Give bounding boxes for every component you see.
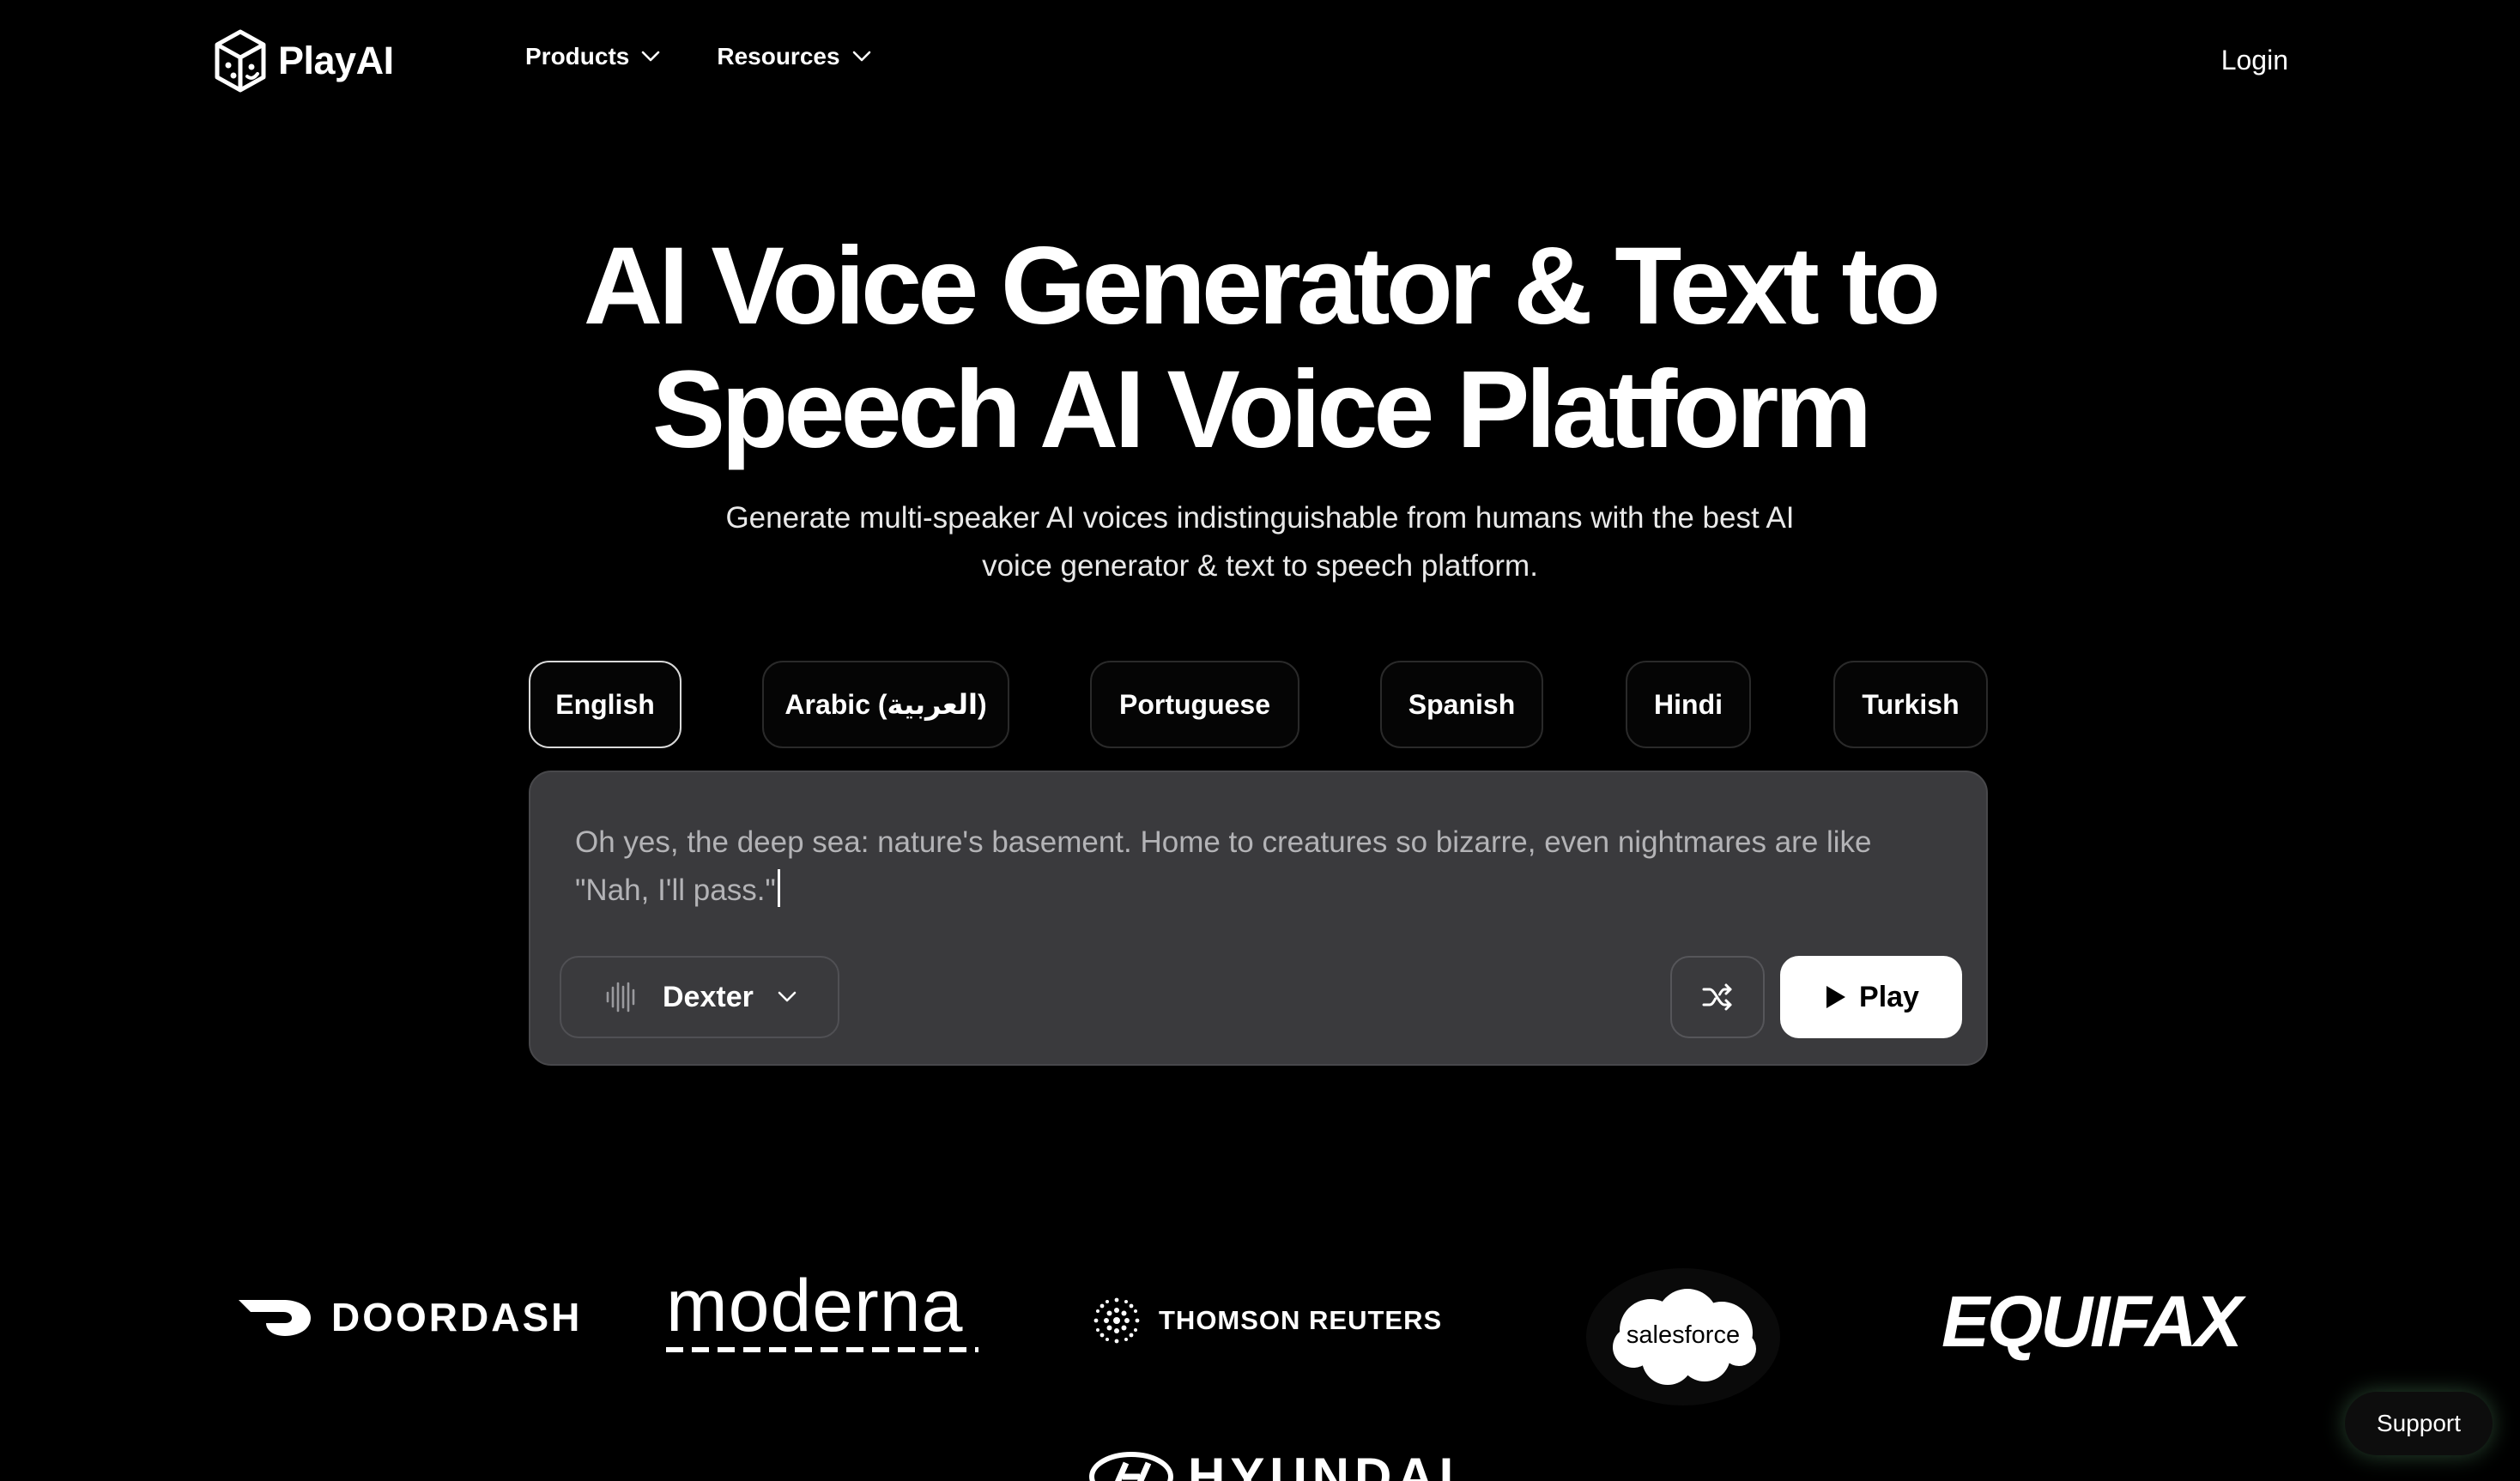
text-to-speech-card: Oh yes, the deep sea: nature's basement.… [529, 771, 1988, 1066]
moderna-logo: moderna [666, 1265, 978, 1352]
equifax-wordmark: EQUIFAX [1941, 1281, 2243, 1362]
salesforce-wordmark: salesforce [1626, 1321, 1741, 1349]
hyundai-logo: HYUNDAI [1088, 1447, 1458, 1481]
hyundai-emblem-icon [1089, 1451, 1173, 1481]
play-button[interactable]: Play [1780, 956, 1962, 1038]
tab-turkish[interactable]: Turkish [1833, 661, 1988, 748]
brand-logo[interactable]: PlayAI [213, 29, 394, 93]
shuffle-button[interactable] [1670, 956, 1765, 1038]
thomson-reuters-dots-icon [1093, 1297, 1140, 1344]
page-title-line-2: Speech AI Voice Platform [651, 348, 1872, 471]
tab-english[interactable]: English [529, 661, 681, 748]
customer-logos: DOORDASH moderna THOMSON REUTERS salesfo… [0, 1261, 2520, 1481]
equifax-logo: EQUIFAX [1941, 1280, 2243, 1363]
doordash-dash-icon [239, 1300, 311, 1336]
tab-arabic[interactable]: Arabic (العربية) [762, 661, 1009, 748]
page-title: AI Voice Generator & Text to Speech AI V… [0, 225, 2520, 472]
nav-links: Products Resources [525, 43, 871, 70]
page-subtitle: Generate multi-speaker AI voices indisti… [669, 494, 1851, 590]
moderna-wordmark: moderna [666, 1265, 964, 1347]
brand-name: PlayAI [278, 39, 394, 82]
voice-name: Dexter [663, 980, 754, 1013]
moderna-underline [666, 1347, 978, 1352]
speech-text-input[interactable]: Oh yes, the deep sea: nature's basement.… [575, 819, 1948, 915]
salesforce-logo: salesforce [1586, 1268, 1780, 1405]
nav-products[interactable]: Products [525, 43, 660, 70]
top-nav: PlayAI Products Resources Login [0, 0, 2520, 125]
text-caret [777, 869, 780, 907]
salesforce-cloud: salesforce [1606, 1285, 1760, 1388]
play-button-label: Play [1859, 980, 1919, 1013]
page-subtitle-line-2: voice generator & text to speech platfor… [982, 549, 1538, 583]
voice-selector[interactable]: Dexter [560, 956, 839, 1038]
nav-resources-label: Resources [717, 43, 840, 70]
tab-spanish[interactable]: Spanish [1380, 661, 1543, 748]
thomson-reuters-logo: THOMSON REUTERS [1092, 1296, 1442, 1345]
hyundai-wordmark: HYUNDAI [1188, 1448, 1459, 1481]
tab-hindi[interactable]: Hindi [1626, 661, 1751, 748]
thomson-reuters-wordmark: THOMSON REUTERS [1159, 1305, 1443, 1335]
page-title-line-1: AI Voice Generator & Text to [583, 225, 1941, 348]
shuffle-icon [1702, 983, 1732, 1011]
playai-logo-icon [215, 29, 266, 93]
page-subtitle-line-1: Generate multi-speaker AI voices indisti… [725, 501, 1795, 535]
speech-text-line-2: "Nah, I'll pass." [575, 873, 776, 907]
doordash-logo: DOORDASH [239, 1294, 582, 1340]
chevron-down-icon [642, 51, 660, 62]
nav-products-label: Products [525, 43, 630, 70]
login-link[interactable]: Login [2221, 45, 2288, 76]
nav-resources[interactable]: Resources [717, 43, 870, 70]
waveform-icon [606, 982, 635, 1013]
tab-portuguese[interactable]: Portuguese [1090, 661, 1299, 748]
page: PlayAI Products Resources Login AI Voice… [0, 0, 2520, 1481]
speech-text-line-1: Oh yes, the deep sea: nature's basement.… [575, 825, 1872, 859]
play-icon [1826, 986, 1846, 1008]
chevron-down-icon [778, 991, 797, 1002]
doordash-wordmark: DOORDASH [331, 1295, 583, 1339]
support-button[interactable]: Support [2345, 1392, 2493, 1455]
chevron-down-icon [852, 51, 870, 62]
language-tabs: English Arabic (العربية) Portuguese Span… [529, 661, 1988, 748]
